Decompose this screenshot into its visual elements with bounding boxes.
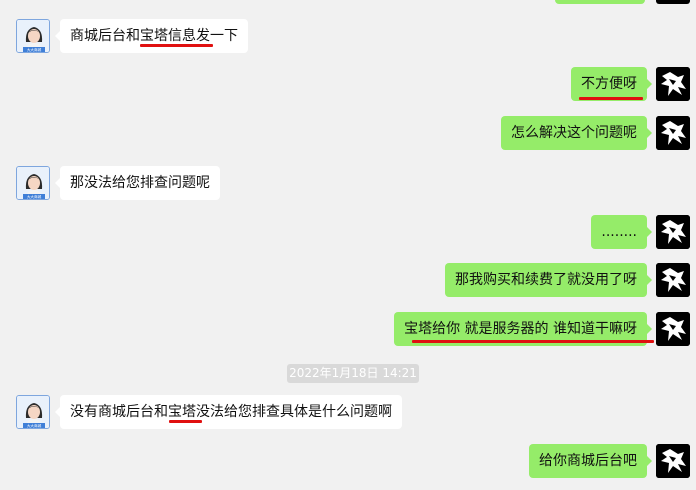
red-underline	[169, 420, 202, 423]
self-avatar[interactable]	[656, 263, 690, 297]
message-text: 那没法给您排查问题呢	[70, 175, 210, 191]
message-row: 大大商城 那没法给您排查问题呢	[16, 166, 220, 200]
red-underline	[579, 97, 643, 100]
message-text: 商城后台和宝塔信息发一下	[70, 28, 238, 44]
black-white-horse-avatar-icon	[656, 263, 690, 297]
message-bubble[interactable]: 商城后台和宝塔信息发一下	[55, 19, 248, 53]
message-row: 宝塔给你 就是服务器的 谁知道干嘛呀	[394, 312, 690, 346]
timestamp-label: 2022年1月18日 14:21	[287, 364, 419, 383]
chat-area[interactable]: 大大商城 商城后台和宝塔信息发一下 不方便呀 怎么解决这个问题呢 大大商城 那没…	[0, 0, 696, 490]
message-row: 给你商城后台吧	[529, 444, 690, 478]
girl-avatar-icon: 大大商城	[17, 396, 49, 428]
black-white-horse-avatar-icon	[656, 67, 690, 101]
message-bubble[interactable]: 宝塔给你 就是服务器的 谁知道干嘛呀	[394, 312, 655, 346]
message-row: 大大商城 没有商城后台和宝塔没法给您排查具体是什么问题啊	[16, 395, 402, 429]
message-bubble[interactable]: ........	[591, 215, 652, 249]
self-avatar[interactable]	[656, 67, 690, 101]
message-bubble[interactable]: 给你商城后台吧	[529, 444, 652, 478]
contact-avatar[interactable]: 大大商城	[16, 395, 50, 429]
girl-avatar-icon: 大大商城	[17, 20, 49, 52]
message-row: 怎么解决这个问题呢	[501, 116, 690, 150]
previous-message-bubble[interactable]	[555, 0, 645, 4]
message-text: 那我购买和续费了就没用了呀	[455, 272, 637, 288]
message-row: 大大商城 商城后台和宝塔信息发一下	[16, 19, 248, 53]
message-bubble[interactable]: 没有商城后台和宝塔没法给您排查具体是什么问题啊	[55, 395, 402, 429]
black-white-horse-avatar-icon	[656, 444, 690, 478]
self-avatar[interactable]	[656, 312, 690, 346]
message-text: 没有商城后台和宝塔没法给您排查具体是什么问题啊	[70, 404, 392, 420]
red-underline	[412, 340, 655, 343]
message-row: 不方便呀	[571, 67, 690, 101]
black-white-horse-avatar-icon	[656, 215, 690, 249]
contact-avatar[interactable]: 大大商城	[16, 19, 50, 53]
message-text: 宝塔给你 就是服务器的 谁知道干嘛呀	[404, 321, 637, 337]
black-white-horse-avatar-icon	[656, 312, 690, 346]
girl-avatar-icon: 大大商城	[17, 167, 49, 199]
message-bubble[interactable]: 怎么解决这个问题呢	[501, 116, 652, 150]
self-avatar[interactable]	[656, 444, 690, 478]
red-underline	[140, 44, 213, 47]
message-text: 怎么解决这个问题呢	[511, 125, 637, 141]
avatar-badge-text: 大大商城	[27, 194, 42, 199]
self-avatar[interactable]	[656, 0, 690, 4]
avatar-badge-text: 大大商城	[27, 423, 42, 428]
message-row: 那我购买和续费了就没用了呀	[445, 263, 690, 297]
message-bubble[interactable]: 那我购买和续费了就没用了呀	[445, 263, 652, 297]
self-avatar[interactable]	[656, 116, 690, 150]
message-text: 给你商城后台吧	[539, 453, 637, 469]
self-avatar[interactable]	[656, 215, 690, 249]
message-bubble[interactable]: 那没法给您排查问题呢	[55, 166, 220, 200]
message-text: ........	[601, 224, 637, 240]
avatar-badge-text: 大大商城	[27, 47, 42, 52]
message-text: 不方便呀	[581, 76, 637, 92]
contact-avatar[interactable]: 大大商城	[16, 166, 50, 200]
black-white-horse-avatar-icon	[656, 116, 690, 150]
message-bubble[interactable]: 不方便呀	[571, 67, 652, 101]
message-row: ........	[591, 215, 690, 249]
